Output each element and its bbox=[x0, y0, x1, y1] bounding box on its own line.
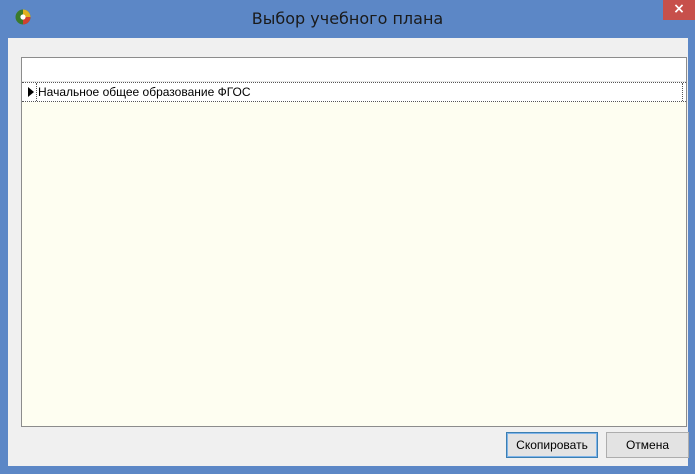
row-end-edge bbox=[682, 83, 684, 101]
curriculum-cell[interactable]: Начальное общее образование ФГОС bbox=[36, 83, 680, 101]
close-button[interactable]: × bbox=[663, 0, 695, 20]
table-row[interactable]: Начальное общее образование ФГОС bbox=[22, 82, 686, 102]
title-bar[interactable]: Выбор учебного плана × bbox=[0, 0, 695, 38]
curriculum-grid[interactable]: Начальное общее образование ФГОС bbox=[21, 57, 687, 427]
app-icon bbox=[15, 9, 31, 25]
cancel-button[interactable]: Отмена bbox=[606, 432, 689, 458]
row-pointer-icon bbox=[28, 87, 34, 97]
dialog-window: Выбор учебного плана × Начальное общее о… bbox=[0, 0, 695, 474]
copy-button[interactable]: Скопировать bbox=[506, 432, 598, 458]
grid-header bbox=[22, 58, 686, 82]
close-icon: × bbox=[673, 1, 685, 17]
window-title: Выбор учебного плана bbox=[251, 9, 444, 28]
